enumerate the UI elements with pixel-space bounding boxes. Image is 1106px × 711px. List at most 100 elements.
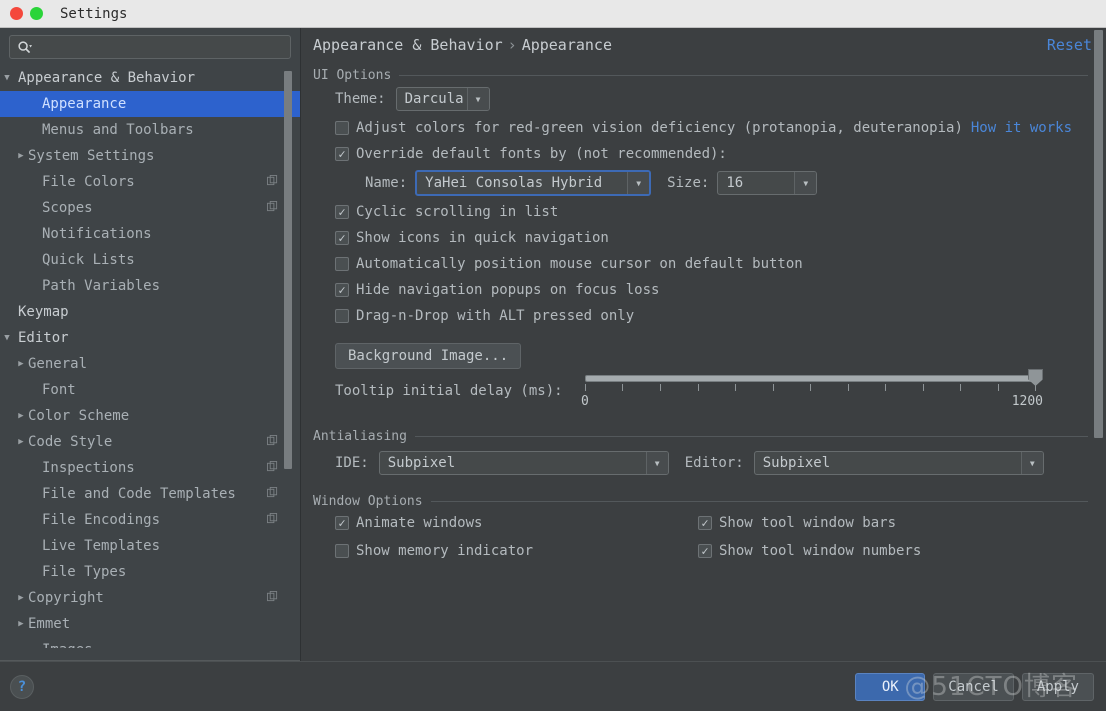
tooltip-delay-slider[interactable]: 0 1200 bbox=[581, 369, 1043, 409]
sidebar-item-font[interactable]: Font bbox=[0, 377, 300, 403]
editor-antialiasing-combobox[interactable]: Subpixel ▼ bbox=[753, 451, 1044, 475]
background-image-button[interactable]: Background Image... bbox=[335, 343, 522, 369]
adjust-colors-row: Adjust colors for red-green vision defic… bbox=[313, 115, 1088, 141]
chevron-down-icon[interactable]: ▼ bbox=[627, 172, 650, 194]
copy-settings-icon[interactable] bbox=[267, 590, 278, 606]
font-size-label: Size: bbox=[667, 175, 710, 191]
sidebar-item-label: Images bbox=[28, 642, 93, 648]
font-name-combobox[interactable]: YaHei Consolas Hybrid ▼ bbox=[415, 170, 652, 196]
sidebar-item-path-variables[interactable]: Path Variables bbox=[0, 273, 300, 299]
sidebar-item-emmet[interactable]: Emmet bbox=[0, 611, 300, 637]
show-icons-label: Show icons in quick navigation bbox=[356, 230, 609, 246]
copy-icon bbox=[267, 513, 278, 524]
sidebar-item-label: System Settings bbox=[28, 148, 155, 164]
sidebar-item-menus-and-toolbars[interactable]: Menus and Toolbars bbox=[0, 117, 300, 143]
chevron-down-icon[interactable] bbox=[0, 333, 14, 343]
search-icon bbox=[18, 40, 32, 53]
search-box[interactable] bbox=[9, 35, 291, 59]
content-scrollbar-thumb[interactable] bbox=[1094, 30, 1103, 438]
copy-settings-icon[interactable] bbox=[267, 434, 278, 450]
show-icons-checkbox[interactable] bbox=[335, 231, 349, 245]
cyclic-scrolling-label: Cyclic scrolling in list bbox=[356, 204, 559, 220]
settings-tree[interactable]: Appearance & Behavior Appearance Menus and… bbox=[0, 65, 300, 648]
drag-n-drop-checkbox[interactable] bbox=[335, 309, 349, 323]
sidebar-item-label: File and Code Templates bbox=[42, 486, 236, 502]
search-input[interactable] bbox=[32, 38, 290, 56]
sidebar-item-general[interactable]: General bbox=[0, 351, 300, 377]
copy-settings-icon[interactable] bbox=[267, 200, 278, 216]
sidebar-item-copyright[interactable]: Copyright bbox=[0, 585, 300, 611]
chevron-down-icon[interactable]: ▼ bbox=[1020, 452, 1043, 474]
sidebar-item-system-settings[interactable]: System Settings bbox=[0, 143, 300, 169]
sidebar-item-label: Emmet bbox=[28, 616, 71, 632]
chevron-right-icon[interactable] bbox=[14, 359, 28, 369]
adjust-colors-label: Adjust colors for red-green vision defic… bbox=[356, 120, 963, 136]
copy-settings-icon[interactable] bbox=[267, 460, 278, 476]
how-it-works-link[interactable]: How it works bbox=[971, 120, 1072, 136]
copy-settings-icon[interactable] bbox=[267, 486, 278, 502]
sidebar-item-code-style[interactable]: Code Style bbox=[0, 429, 300, 455]
theme-combobox[interactable]: Darcula ▼ bbox=[395, 87, 490, 111]
sidebar-item-appearance[interactable]: Appearance bbox=[0, 91, 300, 117]
chevron-down-icon[interactable] bbox=[0, 73, 14, 83]
slider-max-label: 1200 bbox=[1011, 394, 1043, 409]
animate-windows-checkbox[interactable] bbox=[335, 516, 349, 530]
sidebar-scrollbar-thumb[interactable] bbox=[284, 71, 292, 469]
hide-nav-popups-checkbox[interactable] bbox=[335, 283, 349, 297]
editor-antialiasing-value: Subpixel bbox=[762, 455, 831, 471]
hide-nav-popups-label: Hide navigation popups on focus loss bbox=[356, 282, 660, 298]
cancel-button[interactable]: Cancel bbox=[933, 672, 1014, 701]
sidebar-item-label: Notifications bbox=[42, 226, 152, 242]
sidebar-item-editor[interactable]: Editor bbox=[0, 325, 300, 351]
window-options-row-2: Show memory indicator Show tool window n… bbox=[313, 537, 1088, 565]
chevron-right-icon[interactable] bbox=[14, 593, 28, 603]
sidebar-item-quick-lists[interactable]: Quick Lists bbox=[0, 247, 300, 273]
sidebar-item-file-colors[interactable]: File Colors bbox=[0, 169, 300, 195]
sidebar-scrollbar-track[interactable] bbox=[284, 65, 296, 648]
sidebar-item-notifications[interactable]: Notifications bbox=[0, 221, 300, 247]
chevron-right-icon[interactable] bbox=[14, 411, 28, 421]
apply-button[interactable]: Apply bbox=[1021, 672, 1094, 701]
sidebar-item-keymap[interactable]: Keymap bbox=[0, 299, 300, 325]
copy-settings-icon[interactable] bbox=[267, 512, 278, 528]
ide-antialiasing-combobox[interactable]: Subpixel ▼ bbox=[378, 451, 669, 475]
adjust-colors-checkbox[interactable] bbox=[335, 121, 349, 135]
copy-settings-icon[interactable] bbox=[267, 174, 278, 190]
chevron-down-icon[interactable]: ▼ bbox=[466, 88, 489, 110]
show-tool-window-numbers-checkbox[interactable] bbox=[698, 544, 712, 558]
sidebar-item-file-and-code-templates[interactable]: File and Code Templates bbox=[0, 481, 300, 507]
chevron-down-icon[interactable]: ▼ bbox=[794, 172, 817, 194]
maximize-window-button[interactable] bbox=[30, 7, 43, 20]
auto-position-cursor-checkbox[interactable] bbox=[335, 257, 349, 271]
cyclic-scrolling-checkbox[interactable] bbox=[335, 205, 349, 219]
sidebar-item-appearance-behavior[interactable]: Appearance & Behavior bbox=[0, 65, 300, 91]
show-tool-window-bars-checkbox[interactable] bbox=[698, 516, 712, 530]
slider-track[interactable] bbox=[585, 375, 1035, 382]
window-title-bar: Settings bbox=[0, 0, 1106, 28]
auto-position-row: Automatically position mouse cursor on d… bbox=[313, 251, 1088, 277]
sidebar-item-inspections[interactable]: Inspections bbox=[0, 455, 300, 481]
sidebar-item-file-encodings[interactable]: File Encodings bbox=[0, 507, 300, 533]
override-fonts-checkbox[interactable] bbox=[335, 147, 349, 161]
chevron-right-icon[interactable] bbox=[14, 437, 28, 447]
antialiasing-group-header: Antialiasing bbox=[313, 429, 1088, 444]
sidebar-item-file-types[interactable]: File Types bbox=[0, 559, 300, 585]
sidebar-item-color-scheme[interactable]: Color Scheme bbox=[0, 403, 300, 429]
ok-button[interactable]: OK bbox=[855, 672, 926, 701]
breadcrumb-parent[interactable]: Appearance & Behavior bbox=[313, 36, 503, 54]
theme-value: Darcula bbox=[404, 91, 464, 107]
show-memory-indicator-checkbox[interactable] bbox=[335, 544, 349, 558]
close-window-button[interactable] bbox=[10, 7, 23, 20]
sidebar-item-live-templates[interactable]: Live Templates bbox=[0, 533, 300, 559]
settings-dialog-body: Appearance & Behavior Appearance Menus and… bbox=[0, 28, 1106, 661]
chevron-down-icon[interactable]: ▼ bbox=[645, 452, 668, 474]
window-title: Settings bbox=[60, 5, 128, 22]
chevron-right-icon[interactable] bbox=[14, 151, 28, 161]
sidebar-item-scopes[interactable]: Scopes bbox=[0, 195, 300, 221]
chevron-right-icon[interactable] bbox=[14, 619, 28, 629]
ui-options-group: UI Options Theme: Darcula ▼ Adjust color… bbox=[313, 68, 1088, 421]
help-icon[interactable]: ? bbox=[10, 674, 34, 699]
font-size-combobox[interactable]: 16 ▼ bbox=[717, 171, 818, 195]
sidebar-item-images[interactable]: Images bbox=[0, 637, 300, 648]
reset-link[interactable]: Reset bbox=[1047, 36, 1092, 54]
